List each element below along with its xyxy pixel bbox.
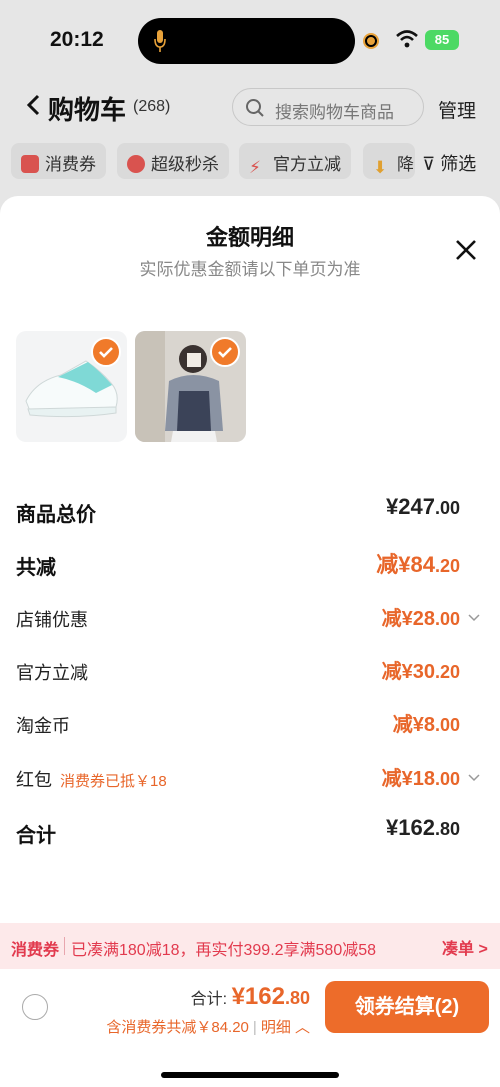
camera-indicator-icon bbox=[365, 35, 377, 47]
page-title: 购物车 bbox=[48, 95, 127, 125]
row-value: 减¥30.20 bbox=[381, 661, 460, 683]
chip-label: 超级秒杀 bbox=[151, 155, 219, 174]
chip-label: 降 bbox=[397, 155, 414, 174]
row-value: 减¥8.00 bbox=[392, 714, 460, 736]
chip-label: 消费券 bbox=[45, 155, 96, 174]
total-amount: 合计: ¥162.80 bbox=[191, 983, 310, 1011]
funnel-icon: ⊽ bbox=[422, 154, 436, 174]
row-label: 红包 消费券已抵￥18 bbox=[16, 770, 167, 790]
detail-toggle[interactable]: 明细 bbox=[261, 1019, 291, 1036]
lightning-icon: ⚡ bbox=[249, 158, 261, 177]
chevron-down-icon bbox=[468, 774, 480, 782]
chip-price-drop[interactable]: ⬇ 降 bbox=[363, 143, 415, 179]
checkout-bar: 合计: ¥162.80 含消费券共减￥84.20 | 明细 ︿ 领券结算(2) bbox=[0, 969, 500, 1087]
product-thumbnail-shoe[interactable] bbox=[16, 331, 127, 442]
row-official-reduce: 官方立减 减¥30.20 bbox=[16, 655, 484, 691]
discount-text: 含消费券共减￥84.20 bbox=[106, 1019, 249, 1036]
coupon-icon bbox=[21, 155, 39, 173]
sheet-title: 金额明细 bbox=[205, 225, 294, 250]
row-value: ¥162.80 bbox=[386, 815, 460, 840]
chip-official-reduce[interactable]: ⚡ 官方立减 bbox=[239, 143, 351, 179]
chip-label: 官方立减 bbox=[273, 155, 341, 174]
row-value: 减¥18.00 bbox=[381, 768, 460, 790]
chip-flash-sale[interactable]: 超级秒杀 bbox=[117, 143, 229, 179]
row-label: 商品总价 bbox=[16, 504, 96, 526]
filter-button[interactable]: ⊽ 筛选 bbox=[422, 150, 476, 176]
microphone-icon bbox=[154, 30, 166, 52]
arrow-down-icon: ⬇ bbox=[373, 158, 388, 177]
status-time: 20:12 bbox=[50, 28, 104, 51]
row-shop-discount[interactable]: 店铺优惠 减¥28.00 bbox=[16, 602, 484, 638]
row-taojinbi: 淘金币 减¥8.00 bbox=[16, 708, 484, 744]
row-total-reduce: 共减 减¥84.20 bbox=[16, 547, 484, 583]
total-value: ¥162.80 bbox=[231, 983, 310, 1010]
back-arrow-icon[interactable] bbox=[26, 94, 40, 116]
row-label: 淘金币 bbox=[16, 716, 70, 736]
row-label: 合计 bbox=[16, 825, 56, 847]
row-value: 减¥28.00 bbox=[381, 608, 460, 630]
red-packet-note: 消费券已抵￥18 bbox=[60, 773, 167, 790]
search-icon bbox=[246, 99, 264, 117]
manage-button[interactable]: 管理 bbox=[438, 96, 476, 123]
chevron-up-icon: ︿ bbox=[290, 1019, 310, 1036]
cart-header: 购物车 (268) 搜索购物车商品 管理 bbox=[0, 80, 500, 135]
battery-indicator: 85 bbox=[425, 30, 459, 50]
row-goods-total: 商品总价 ¥247.00 bbox=[16, 494, 484, 530]
promo-divider bbox=[64, 937, 65, 955]
sheet-subtitle: 实际优惠金额请以下单页为准 bbox=[139, 260, 361, 279]
home-indicator bbox=[161, 1072, 339, 1078]
dynamic-island bbox=[138, 18, 377, 64]
row-label: 店铺优惠 bbox=[16, 610, 88, 630]
filter-bar: 消费券 超级秒杀 ⚡ 官方立减 ⬇ 降 ⊽ 筛选 bbox=[0, 143, 500, 183]
promo-cta-link[interactable]: 凑单 > bbox=[442, 935, 488, 959]
total-label: 合计: bbox=[190, 991, 232, 1008]
status-bar: 20:12 85 bbox=[0, 0, 500, 80]
row-value: ¥247.00 bbox=[386, 494, 460, 519]
close-icon[interactable] bbox=[452, 236, 480, 264]
row-sum: 合计 ¥162.80 bbox=[16, 815, 484, 851]
coupon-promo-banner[interactable]: 消费券 已凑满180减18，再实付399.2享满580减58 凑单 > bbox=[0, 923, 500, 969]
search-placeholder: 搜索购物车商品 bbox=[275, 103, 394, 122]
row-label: 共减 bbox=[16, 557, 56, 579]
product-thumbnail-cardigan[interactable] bbox=[135, 331, 246, 442]
checked-icon bbox=[210, 337, 240, 367]
row-red-packet[interactable]: 红包 消费券已抵￥18 减¥18.00 bbox=[16, 762, 484, 798]
promo-text: 已凑满180减18，再实付399.2享满580减58 bbox=[71, 942, 377, 959]
filter-label: 筛选 bbox=[440, 154, 477, 174]
wifi-icon bbox=[396, 30, 418, 48]
chip-coupon[interactable]: 消费券 bbox=[11, 143, 106, 179]
flash-icon bbox=[127, 155, 145, 173]
row-value: 减¥84.20 bbox=[376, 552, 460, 577]
promo-label: 消费券 bbox=[11, 942, 60, 959]
search-input[interactable]: 搜索购物车商品 bbox=[232, 88, 424, 126]
select-all-checkbox[interactable] bbox=[22, 994, 48, 1020]
cart-item-count: (268) bbox=[133, 98, 171, 115]
divider: | bbox=[252, 1019, 257, 1036]
checkout-button[interactable]: 领券结算(2) bbox=[325, 981, 489, 1033]
discount-summary[interactable]: 含消费券共减￥84.20 | 明细 ︿ bbox=[106, 1016, 310, 1037]
checked-icon bbox=[91, 337, 121, 367]
chevron-down-icon bbox=[468, 614, 480, 622]
row-label: 官方立减 bbox=[16, 663, 88, 683]
